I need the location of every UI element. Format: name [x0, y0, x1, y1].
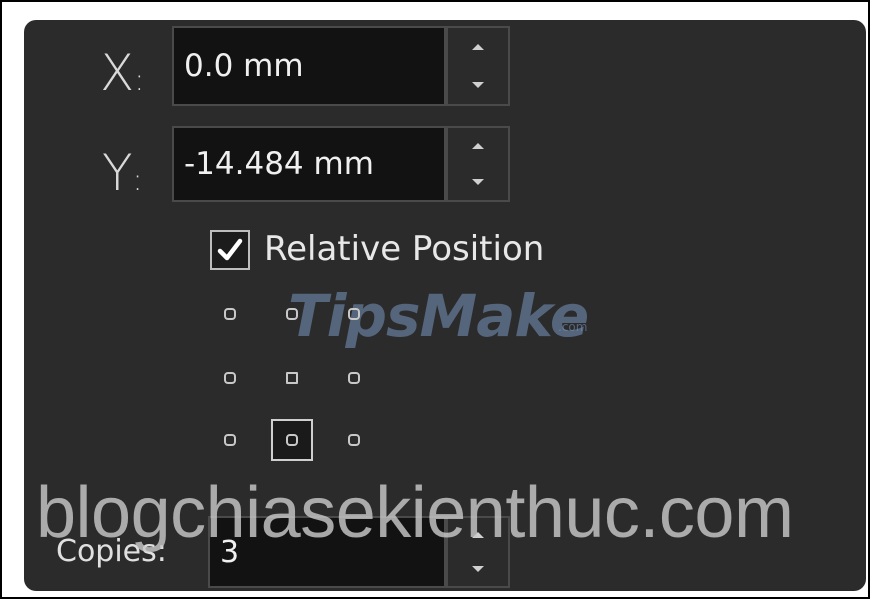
y-position-input[interactable]: -14.484 mm	[172, 126, 446, 202]
anchor-bottom-left[interactable]	[224, 434, 236, 446]
relative-position-label[interactable]: Relative Position	[264, 229, 544, 269]
anchor-middle-right[interactable]	[348, 372, 360, 384]
x-position-input[interactable]: 0.0 mm	[172, 26, 446, 106]
anchor-middle-center[interactable]	[286, 372, 298, 384]
anchor-top-center[interactable]	[286, 308, 298, 320]
y-spin-down-button[interactable]	[448, 164, 508, 200]
x-spin-down-button[interactable]	[448, 66, 508, 104]
y-position-value: -14.484 mm	[184, 146, 374, 182]
y-colon: :	[132, 163, 143, 198]
checkmark-icon	[217, 238, 243, 261]
tipsmake-watermark: TipsMake	[288, 282, 589, 350]
anchor-top-right[interactable]	[348, 308, 360, 320]
anchor-top-left[interactable]	[224, 308, 236, 320]
chevron-down-icon	[472, 82, 484, 88]
chevron-up-icon	[472, 143, 484, 149]
y-spin-up-button[interactable]	[448, 128, 508, 164]
copies-spin-down-button[interactable]	[448, 552, 508, 586]
x-axis-label: X:	[100, 48, 144, 98]
y-letter: Y	[102, 144, 133, 202]
anchor-middle-left[interactable]	[224, 372, 236, 384]
x-spin-up-button[interactable]	[448, 28, 508, 66]
x-position-spinner[interactable]	[446, 26, 510, 106]
x-colon: :	[134, 63, 145, 98]
chevron-down-icon	[472, 179, 484, 185]
y-position-spinner[interactable]	[446, 126, 510, 202]
anchor-point-icon	[286, 434, 298, 446]
chevron-up-icon	[472, 44, 484, 50]
window-frame: X: 0.0 mm Y: -14.484 mm Relative Positio…	[0, 0, 870, 599]
blog-watermark: blogchiasekienthuc.com	[36, 473, 794, 553]
chevron-down-icon	[472, 566, 484, 572]
anchor-bottom-right[interactable]	[348, 434, 360, 446]
y-axis-label: Y:	[102, 148, 143, 198]
x-position-value: 0.0 mm	[184, 48, 304, 84]
tipsmake-watermark-suffix: .com	[558, 320, 588, 334]
relative-position-checkbox[interactable]	[210, 230, 250, 270]
anchor-bottom-center-selected[interactable]	[271, 419, 313, 461]
x-letter: X	[100, 44, 135, 102]
